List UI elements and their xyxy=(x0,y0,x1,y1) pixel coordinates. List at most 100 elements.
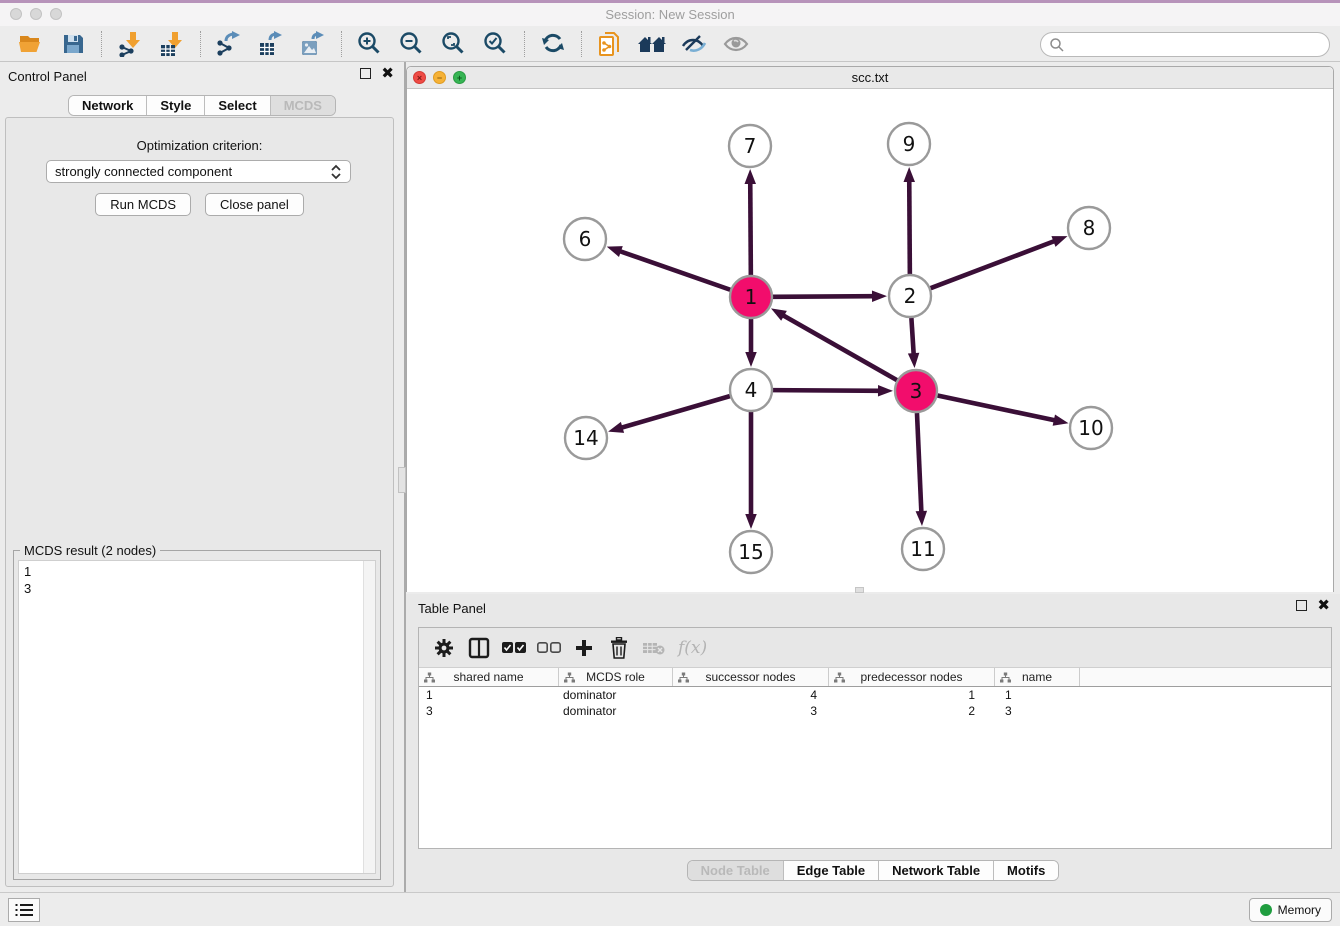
tab-motifs[interactable]: Motifs xyxy=(994,861,1058,880)
table-row[interactable]: 1dominator411 xyxy=(419,687,1331,703)
control-panel: Control Panel ✖ NetworkStyleSelectMCDS O… xyxy=(0,62,404,892)
graph-edge-3-1[interactable] xyxy=(782,315,897,380)
fit-content-icon[interactable] xyxy=(439,30,469,58)
tab-network[interactable]: Network xyxy=(69,96,147,115)
table-toolbar: f(x) xyxy=(419,628,1331,668)
zoom-in-icon[interactable] xyxy=(355,30,385,58)
graph-edge-3-10[interactable] xyxy=(938,396,1056,421)
network-canvas[interactable]: 7968124314101511 xyxy=(407,89,1333,592)
task-history-button[interactable] xyxy=(8,898,40,922)
graph-edge-1-2[interactable] xyxy=(773,296,874,297)
hide-graphics-details-icon[interactable] xyxy=(679,30,709,58)
tab-node-table[interactable]: Node Table xyxy=(688,861,784,880)
cell[interactable]: 1 xyxy=(829,687,995,703)
graph-node-label: 4 xyxy=(745,378,758,402)
graph-edge-2-3[interactable] xyxy=(911,318,913,355)
cell[interactable]: 2 xyxy=(829,703,995,719)
columns-icon[interactable] xyxy=(466,636,492,660)
memory-status-icon xyxy=(1260,904,1272,916)
tab-edge-table[interactable]: Edge Table xyxy=(784,861,879,880)
toolbar-separator xyxy=(341,31,342,57)
open-session-icon[interactable] xyxy=(16,30,46,58)
cell[interactable]: 3 xyxy=(995,703,1080,719)
zoom-selected-icon[interactable] xyxy=(481,30,511,58)
cell[interactable]: 1 xyxy=(995,687,1080,703)
delete-column-icon[interactable] xyxy=(606,636,632,660)
column-header-successor-nodes[interactable]: successor nodes xyxy=(673,668,829,686)
column-header-filler xyxy=(1080,668,1331,686)
memory-button[interactable]: Memory xyxy=(1249,898,1332,922)
cell[interactable]: dominator xyxy=(559,687,673,703)
import-table-icon[interactable] xyxy=(157,30,187,58)
cell[interactable]: dominator xyxy=(559,703,673,719)
tab-mcds[interactable]: MCDS xyxy=(271,96,335,115)
toolbar-separator xyxy=(200,31,201,57)
column-header-name[interactable]: name xyxy=(995,668,1080,686)
criterion-select[interactable]: strongly connected component xyxy=(46,160,351,183)
column-header-shared-name[interactable]: shared name xyxy=(419,668,559,686)
graph-edge-arrowhead xyxy=(1053,415,1069,426)
graph-node-label: 11 xyxy=(910,537,935,561)
float-panel-icon[interactable] xyxy=(1296,600,1307,611)
graph-edge-1-6[interactable] xyxy=(619,251,730,290)
network-splitter-handle[interactable] xyxy=(855,587,864,593)
float-panel-icon[interactable] xyxy=(360,68,371,79)
close-panel-button[interactable]: Close panel xyxy=(205,193,304,216)
close-panel-icon[interactable]: ✖ xyxy=(1317,600,1330,611)
table-row[interactable]: 3dominator323 xyxy=(419,703,1331,719)
run-mcds-button[interactable]: Run MCDS xyxy=(95,193,191,216)
graph-edge-4-3[interactable] xyxy=(773,390,880,391)
column-header-predecessor-nodes[interactable]: predecessor nodes xyxy=(829,668,995,686)
graph-edge-3-11[interactable] xyxy=(917,413,921,513)
export-table-icon[interactable] xyxy=(256,30,286,58)
network-window-titlebar[interactable]: × − + scc.txt xyxy=(407,67,1333,89)
mcds-result-textarea[interactable]: 13 xyxy=(18,560,376,874)
add-column-icon[interactable] xyxy=(571,636,597,660)
scrollbar[interactable] xyxy=(363,561,375,873)
graph-node-label: 7 xyxy=(744,134,757,158)
graph-edge-1-7[interactable] xyxy=(750,182,751,275)
control-panel-tabs: NetworkStyleSelectMCDS xyxy=(68,95,336,116)
apply-layout-icon[interactable] xyxy=(538,30,568,58)
show-graphics-details-icon[interactable] xyxy=(721,30,751,58)
app-title-bar: Session: New Session xyxy=(0,3,1340,26)
node-table-browser: f(x) shared nameMCDS rolesuccessor nodes… xyxy=(418,627,1332,849)
cell[interactable]: 3 xyxy=(419,703,559,719)
cell[interactable]: 1 xyxy=(419,687,559,703)
search-input[interactable] xyxy=(1040,32,1330,57)
graph-edge-arrowhead xyxy=(745,514,757,529)
first-neighbors-icon[interactable] xyxy=(637,30,667,58)
table-header-row: shared nameMCDS rolesuccessor nodesprede… xyxy=(419,668,1331,687)
zoom-out-icon[interactable] xyxy=(397,30,427,58)
tab-network-table[interactable]: Network Table xyxy=(879,861,994,880)
table-body: 1dominator4113dominator323 xyxy=(419,687,1331,848)
graph-edge-2-9[interactable] xyxy=(909,180,910,274)
save-session-icon[interactable] xyxy=(58,30,88,58)
status-bar: Memory xyxy=(0,892,1340,926)
graph-node-label: 8 xyxy=(1083,216,1096,240)
graph-edge-4-14[interactable] xyxy=(621,396,730,428)
import-network-icon[interactable] xyxy=(115,30,145,58)
column-header-MCDS-role[interactable]: MCDS role xyxy=(559,668,673,686)
cell[interactable]: 3 xyxy=(673,703,829,719)
panel-splitter-handle[interactable] xyxy=(398,467,406,493)
app-title: Session: New Session xyxy=(0,7,1340,22)
gear-icon[interactable] xyxy=(431,636,457,660)
network-documents-icon[interactable] xyxy=(595,30,625,58)
close-panel-icon[interactable]: ✖ xyxy=(381,68,394,79)
network-view-title: scc.txt xyxy=(407,70,1333,85)
deselect-all-checkboxes-icon[interactable] xyxy=(536,636,562,660)
export-network-icon[interactable] xyxy=(214,30,244,58)
graph-edge-2-8[interactable] xyxy=(931,241,1056,288)
graph-node-label: 10 xyxy=(1078,416,1103,440)
graph-node-label: 6 xyxy=(579,227,592,251)
graph-edge-arrowhead xyxy=(872,290,887,301)
tab-style[interactable]: Style xyxy=(147,96,205,115)
search-icon xyxy=(1049,37,1065,53)
network-view-window: × − + scc.txt 7968124314101511 xyxy=(406,66,1334,592)
delete-table-disabled-icon xyxy=(641,636,667,660)
cell[interactable]: 4 xyxy=(673,687,829,703)
tab-select[interactable]: Select xyxy=(205,96,270,115)
export-image-icon[interactable] xyxy=(298,30,328,58)
select-all-checkboxes-icon[interactable] xyxy=(501,636,527,660)
